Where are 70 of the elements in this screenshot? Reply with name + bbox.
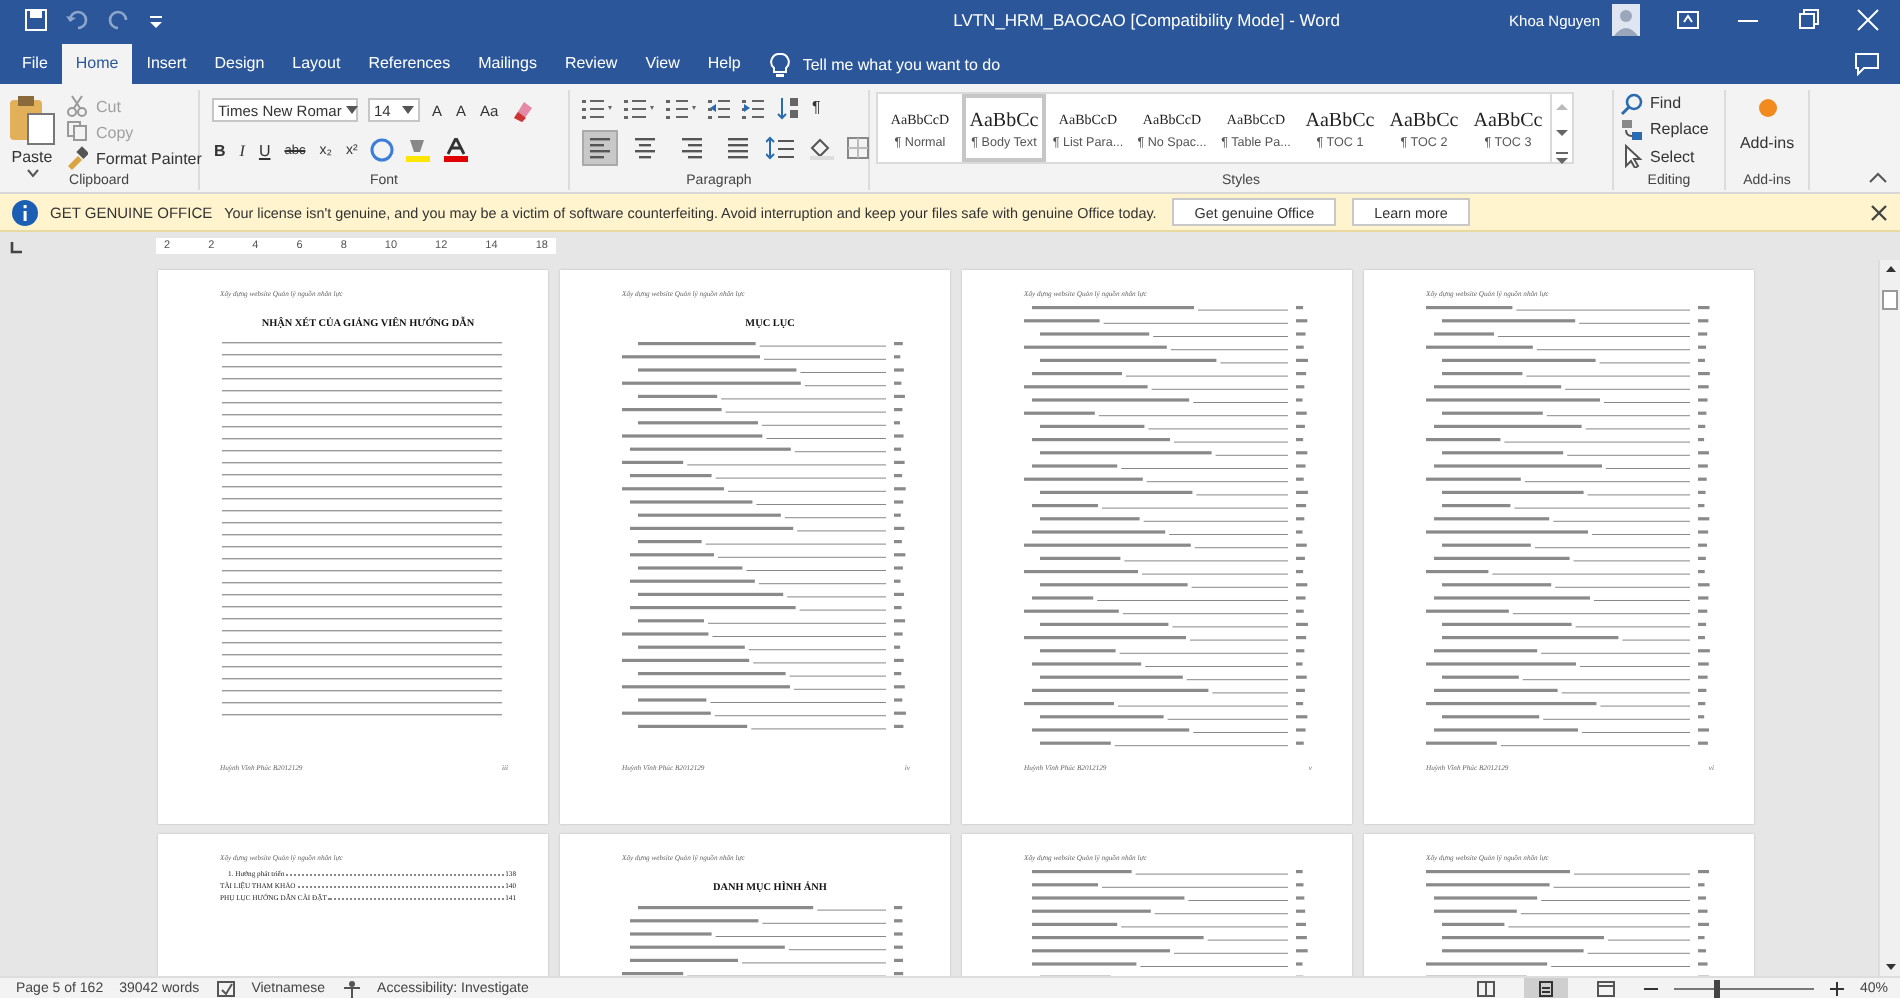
dropdown-caret-icon[interactable] — [25, 168, 39, 178]
vertical-scrollbar[interactable] — [1878, 260, 1900, 976]
web-layout-icon[interactable] — [1595, 979, 1616, 997]
ribbon-display-icon[interactable] — [1676, 8, 1700, 32]
tell-me-field[interactable]: Tell me what you want to do — [802, 55, 1083, 73]
redo-icon[interactable] — [108, 8, 132, 32]
align-center-icon[interactable] — [634, 135, 658, 159]
align-left-button[interactable] — [582, 129, 618, 165]
replace-icon[interactable] — [1620, 117, 1644, 142]
multilevel-list-icon[interactable] — [666, 95, 698, 119]
line-spacing-icon[interactable] — [766, 135, 798, 159]
ribbon-tab[interactable]: References — [354, 44, 465, 84]
sort-icon[interactable] — [776, 95, 800, 119]
print-view-button[interactable] — [1523, 978, 1568, 998]
ribbon-tab[interactable]: Mailings — [464, 44, 551, 84]
numbering-icon[interactable] — [624, 95, 656, 119]
zoom-in-icon[interactable] — [1829, 979, 1844, 997]
undo-icon[interactable] — [64, 8, 92, 32]
add-ins-button[interactable]: Add-ins — [1732, 90, 1802, 170]
collapse-ribbon-icon[interactable] — [1868, 170, 1888, 184]
align-justify-icon[interactable] — [726, 135, 750, 159]
ruled-lines-drawing[interactable] — [220, 342, 504, 716]
replace-button[interactable]: Replace — [1620, 117, 1718, 142]
ribbon-tab[interactable]: View — [631, 44, 694, 84]
comments-icon[interactable] — [1854, 52, 1880, 76]
read-layout-icon[interactable] — [1475, 979, 1496, 997]
dropdown-caret-icon[interactable] — [345, 106, 358, 114]
shading-icon[interactable] — [808, 135, 836, 159]
increase-indent-icon[interactable] — [742, 95, 766, 119]
search-icon[interactable] — [1620, 91, 1644, 116]
window-title: LVTN_HRM_BAOCAO [Compatibility Mode] - Word — [951, 10, 1342, 30]
accessibility-icon[interactable] — [341, 979, 362, 997]
lightbulb-icon[interactable] — [770, 51, 791, 77]
tab-selector-icon[interactable] — [8, 237, 26, 255]
paintbrush-icon[interactable] — [66, 146, 88, 170]
bold-button[interactable]: B — [212, 141, 228, 159]
ribbon-tab[interactable]: Layout — [278, 44, 355, 84]
cursor-icon[interactable] — [1620, 144, 1644, 169]
align-left-icon[interactable] — [588, 135, 612, 159]
scroll-thumb[interactable] — [1882, 290, 1898, 310]
ribbon-tab[interactable]: File — [8, 44, 62, 84]
italic-button[interactable]: I — [237, 141, 247, 159]
print-layout-icon[interactable] — [1535, 979, 1556, 997]
ribbon-tab[interactable]: Review — [550, 44, 632, 84]
font-color-icon[interactable] — [441, 138, 470, 162]
clipboard-painter-button[interactable]: Format Painter — [66, 146, 202, 170]
clipboard-icon[interactable] — [6, 94, 58, 146]
close-icon[interactable] — [1870, 203, 1888, 221]
clear-formatting-icon[interactable] — [510, 98, 535, 122]
save-icon[interactable] — [24, 8, 48, 32]
align-right-icon[interactable] — [680, 135, 704, 159]
ribbon-tab[interactable]: Insert — [132, 44, 201, 84]
paste-button[interactable]: Paste — [6, 90, 58, 170]
decrease-indent-icon[interactable] — [708, 95, 732, 119]
select-button[interactable]: Select — [1620, 144, 1718, 169]
highlight-icon[interactable] — [403, 138, 432, 162]
ribbon-tab[interactable]: Home — [61, 44, 133, 84]
zoom-slider[interactable] — [1713, 979, 1720, 997]
ribbon-tab[interactable]: Design — [200, 44, 279, 84]
restore-icon[interactable] — [1796, 8, 1820, 32]
addins-dot-icon[interactable] — [1757, 98, 1777, 118]
show-formatting-marks-button[interactable]: ¶ — [810, 98, 823, 116]
underline-button[interactable]: U — [256, 141, 273, 159]
borders-icon[interactable] — [846, 135, 870, 159]
dropdown-caret-icon[interactable] — [402, 106, 414, 114]
proofing-icon[interactable] — [215, 979, 236, 997]
bullets-icon[interactable] — [582, 95, 614, 119]
info-icon[interactable] — [12, 199, 38, 225]
find-button[interactable]: Find — [1620, 91, 1718, 116]
ribbon-tab[interactable]: Help — [693, 44, 755, 84]
